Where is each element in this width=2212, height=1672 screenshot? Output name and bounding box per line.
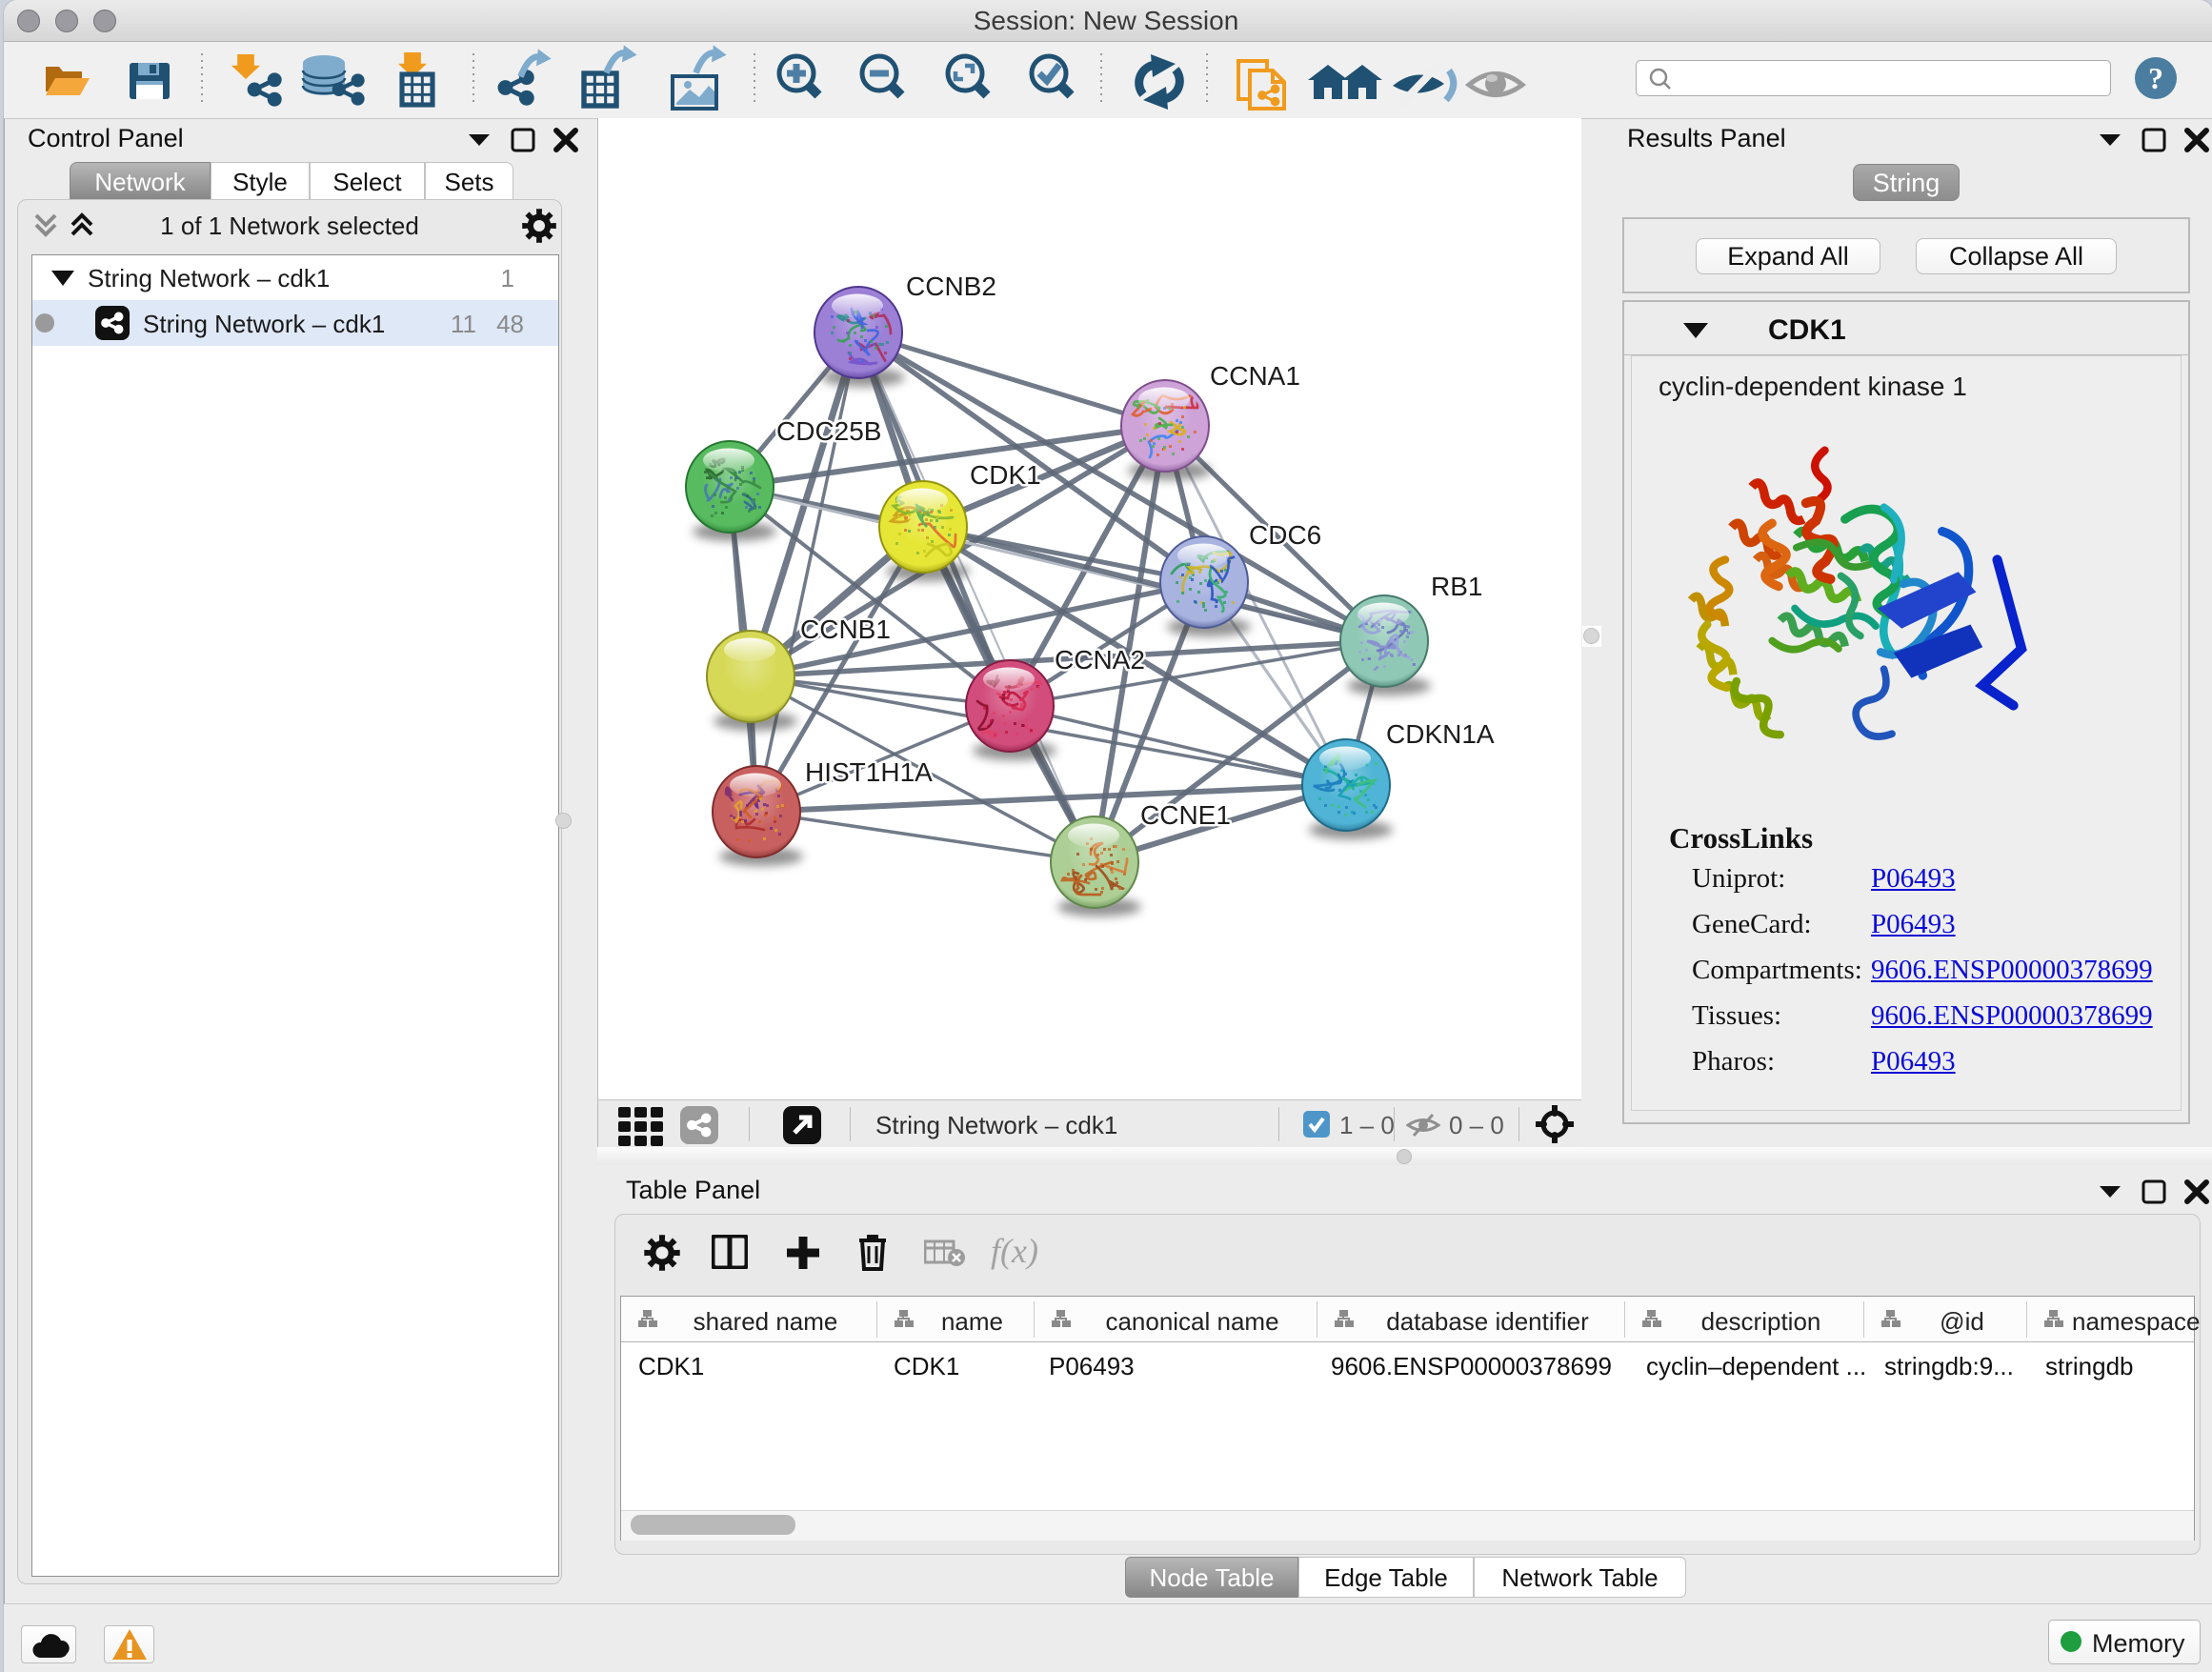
svg-text:CDKN1A: CDKN1A <box>1386 719 1495 749</box>
svg-text:RB1: RB1 <box>1431 572 1482 601</box>
svg-text:CDK1: CDK1 <box>970 460 1041 490</box>
svg-text:?: ? <box>2148 61 2163 95</box>
svg-text:CCNA2: CCNA2 <box>1055 645 1145 675</box>
svg-text:CDC6: CDC6 <box>1249 520 1321 550</box>
svg-text:CCNA1: CCNA1 <box>1210 361 1300 391</box>
svg-text:CDC25B: CDC25B <box>776 416 881 446</box>
svg-text:HIST1H1A: HIST1H1A <box>805 757 933 787</box>
svg-text:CCNB1: CCNB1 <box>800 614 891 644</box>
svg-text:CCNE1: CCNE1 <box>1140 800 1231 830</box>
svg-text:CCNB2: CCNB2 <box>906 272 996 301</box>
